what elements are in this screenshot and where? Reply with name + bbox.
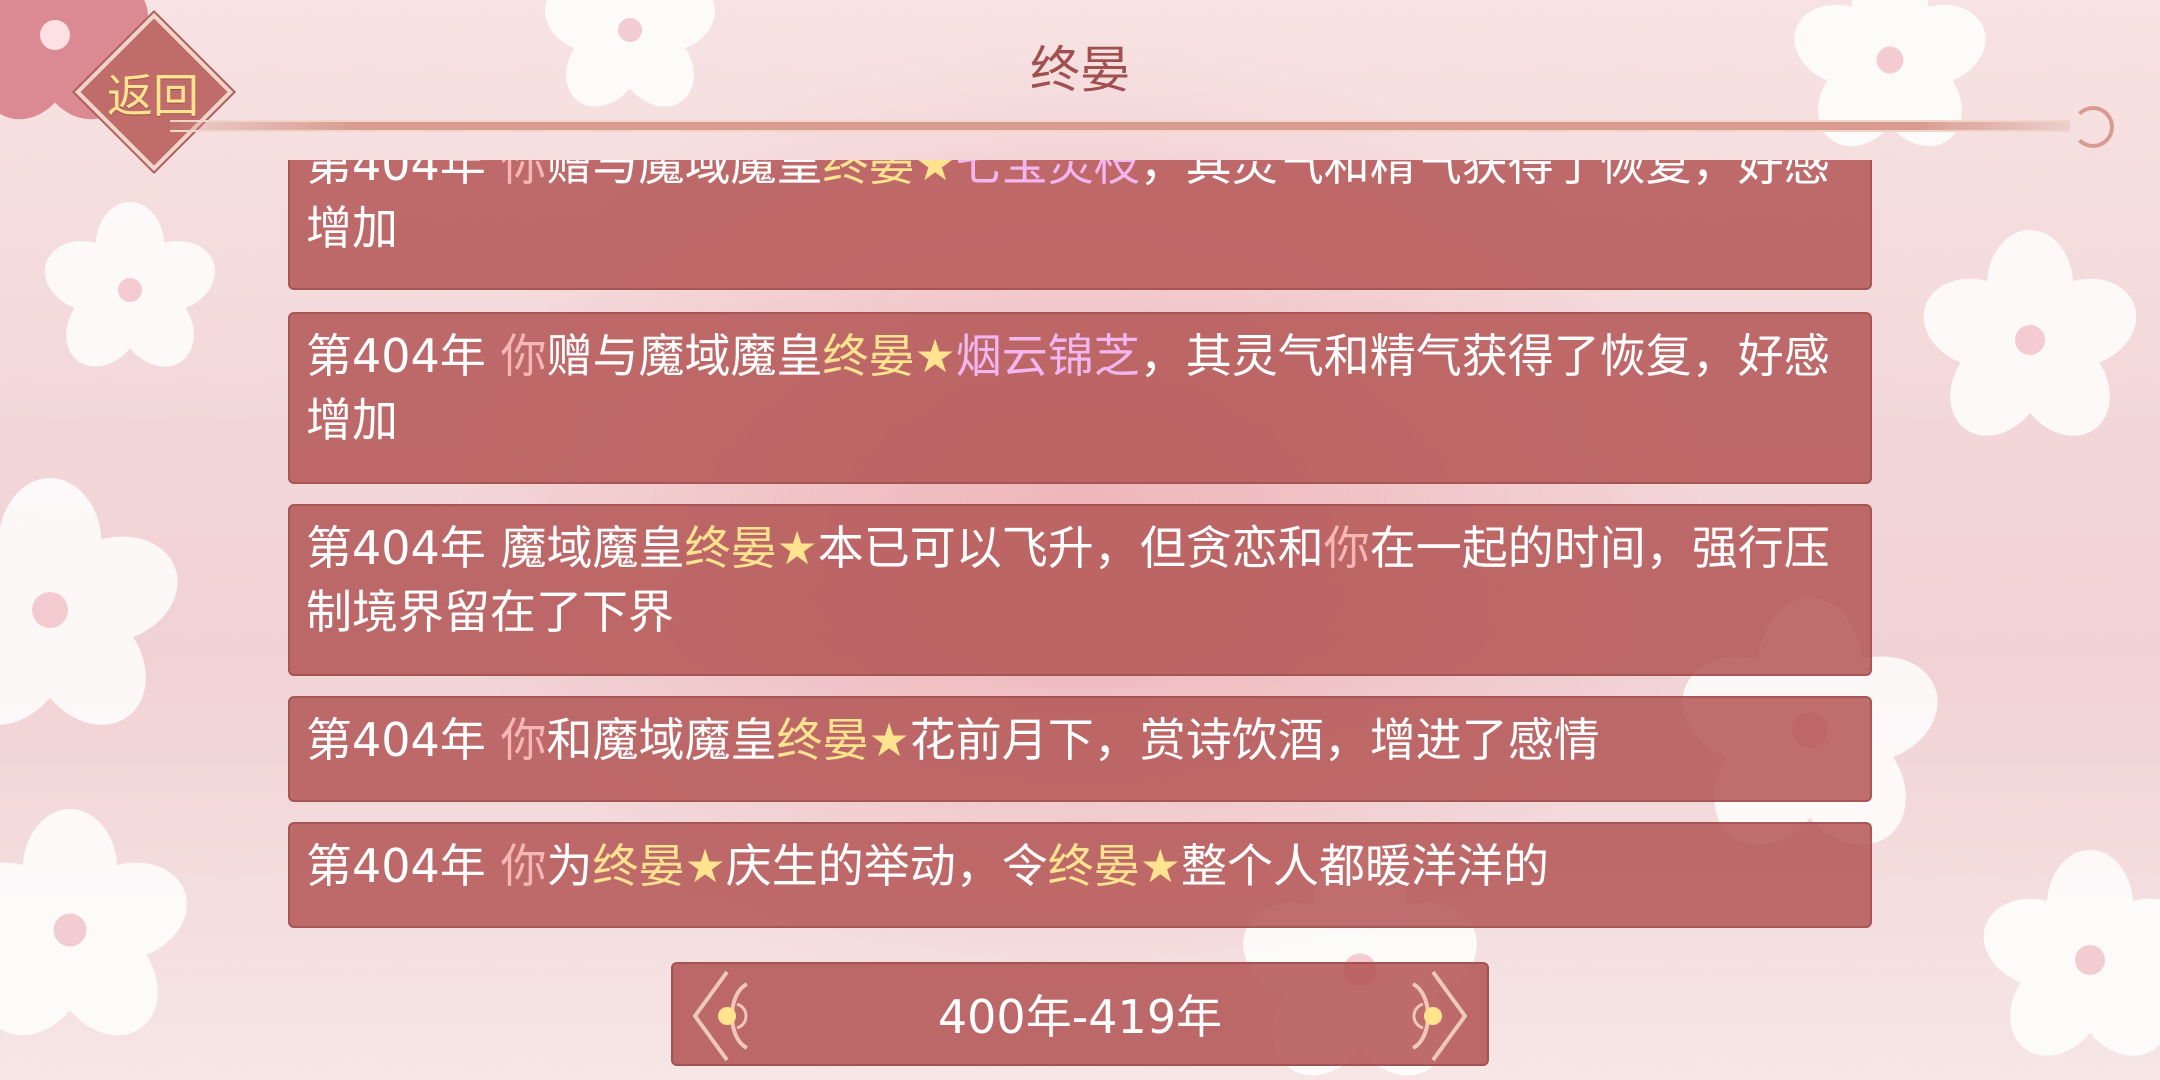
- entry-text-segment: 你: [500, 713, 547, 767]
- list-item: 第404年 魔域魔皇终晏★本已可以飞升，但贪恋和你在一起的时间，强行压制境界留在…: [288, 504, 1872, 676]
- entry-text-segment: 终晏: [776, 713, 869, 767]
- year-range-selector[interactable]: 400年-419年: [671, 962, 1489, 1066]
- flower-center: [118, 278, 142, 302]
- page-title: 终晏: [1030, 41, 1130, 99]
- entry-text-segment: 终晏: [822, 160, 915, 191]
- entry-text-segment: 整个人都暖洋洋的: [1180, 839, 1549, 893]
- entry-text-segment: 终晏: [822, 329, 915, 383]
- entry-text-segment: 本已可以飞升，但贪恋和: [817, 521, 1324, 575]
- entry-text-segment: 花前月下，赏诗饮酒，增进了感情: [909, 713, 1600, 767]
- entry-text-segment: ★: [684, 839, 726, 893]
- divider-swirl-ornament: [2072, 106, 2114, 148]
- entry-text: 魔域魔皇终晏★本已可以飞升，但贪恋和你在一起的时间，强行压制境界留在了下界: [306, 521, 1830, 639]
- list-item: 第404年 你赠与魔域魔皇终晏★烟云锦芝，其灵气和精气获得了恢复，好感增加: [288, 312, 1872, 484]
- flower-center: [32, 592, 68, 628]
- entry-text-segment: 和魔域魔皇: [546, 713, 777, 767]
- background-flower-decoration: [1972, 850, 2160, 1075]
- background-flower-decoration: [0, 809, 200, 1056]
- entry-text-segment: 你: [1323, 521, 1370, 575]
- entry-text-segment: 终晏: [592, 839, 685, 893]
- entry-text-segment: 终晏: [684, 521, 777, 575]
- background-flower-decoration: [0, 478, 192, 748]
- entry-text-segment: 你: [500, 160, 547, 191]
- background-flower-decoration: [1912, 230, 2148, 455]
- entry-text: 你和魔域魔皇终晏★花前月下，赏诗饮酒，增进了感情: [500, 713, 1599, 767]
- event-log-list[interactable]: 第404年 你赠与魔域魔皇终晏★七宝灵枝，其灵气和精气获得了恢复，好感增加 第4…: [288, 160, 1872, 930]
- flower-center: [2075, 945, 2105, 975]
- entry-year: 第404年: [306, 839, 486, 893]
- entry-year: 第404年: [306, 521, 486, 575]
- entry-text-segment: 赠与魔域魔皇: [546, 329, 823, 383]
- flower-center: [53, 913, 87, 947]
- entry-text-segment: ★: [868, 713, 910, 767]
- entry-text-segment: ★: [914, 160, 956, 191]
- entry-year: 第404年: [306, 329, 486, 383]
- list-item: 第404年 你赠与魔域魔皇终晏★七宝灵枝，其灵气和精气获得了恢复，好感增加: [288, 160, 1872, 290]
- entry-text-segment: 你: [500, 839, 547, 893]
- list-item: 第404年 你和魔域魔皇终晏★花前月下，赏诗饮酒，增进了感情: [288, 696, 1872, 802]
- background-flower-decoration: [35, 202, 225, 382]
- entry-text: 你赠与魔域魔皇终晏★七宝灵枝，其灵气和精气获得了恢复，好感增加: [306, 160, 1830, 255]
- entry-year: 第404年: [306, 160, 486, 191]
- entry-text-segment: 七宝灵枝: [955, 160, 1140, 191]
- entry-text-segment: 你: [500, 329, 547, 383]
- entry-text-segment: 为: [546, 839, 593, 893]
- entry-text-segment: ★: [914, 329, 956, 383]
- entry-text-segment: ★: [776, 521, 818, 575]
- year-range-label: 400年-419年: [937, 990, 1223, 1044]
- entry-text: 你为终晏★庆生的举动，令终晏★整个人都暖洋洋的: [500, 839, 1549, 893]
- entry-text-segment: 庆生的举动，令: [725, 839, 1048, 893]
- entry-text-segment: 终晏: [1047, 839, 1140, 893]
- flower-center: [2015, 325, 2045, 355]
- entry-text-segment: ★: [1139, 839, 1181, 893]
- entry-text-segment: 烟云锦芝: [955, 329, 1140, 383]
- entry-year: 第404年: [306, 713, 486, 767]
- title-divider: [170, 120, 2070, 132]
- entry-text: 你赠与魔域魔皇终晏★烟云锦芝，其灵气和精气获得了恢复，好感增加: [306, 329, 1830, 447]
- entry-text-segment: 赠与魔域魔皇: [546, 160, 823, 191]
- entry-text-segment: 魔域魔皇: [500, 521, 685, 575]
- list-item: 第404年 你为终晏★庆生的举动，令终晏★整个人都暖洋洋的: [288, 822, 1872, 928]
- next-page-arrow-icon[interactable]: [1383, 964, 1473, 1068]
